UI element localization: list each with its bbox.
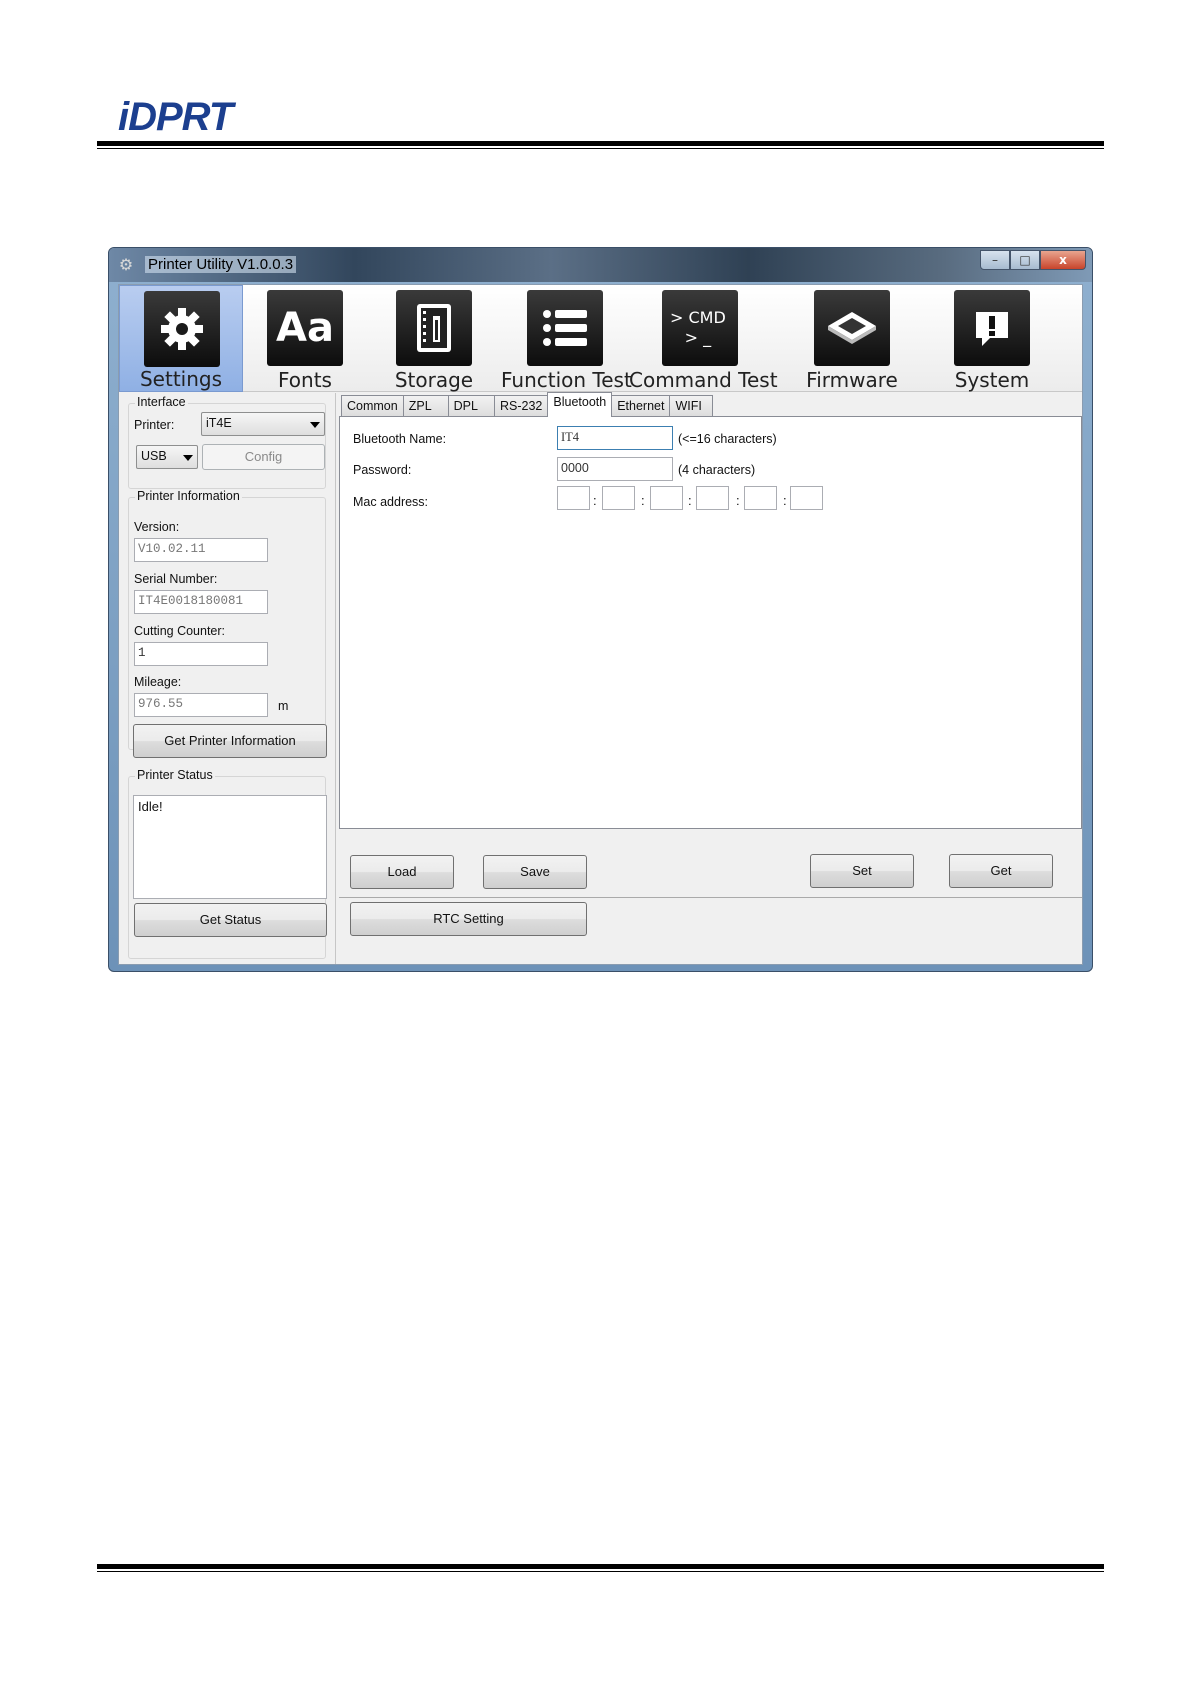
main-toolbar: Settings Aa Fonts Storage Function Test …	[119, 285, 1082, 392]
version-field[interactable]: V10.02.11	[134, 538, 268, 562]
mileage-label: Mileage:	[134, 675, 182, 689]
gear-icon	[144, 291, 220, 367]
port-select-value: USB	[141, 449, 167, 463]
bluetooth-tab-page: Bluetooth Name: IT4 (<=16 characters) Pa…	[339, 416, 1082, 829]
printer-utility-window: ⚙ Printer Utility V1.0.0.3 – □ x Setting…	[108, 247, 1093, 972]
bluetooth-name-label: Bluetooth Name:	[353, 432, 447, 446]
tab-dpl[interactable]: DPL	[447, 395, 495, 417]
printer-select-value: iT4E	[206, 416, 232, 430]
footer-rule-thin	[97, 1571, 1104, 1572]
toolbar-label: Firmware	[806, 368, 898, 392]
toolbar-system[interactable]: System	[933, 285, 1051, 392]
printer-status-group-label: Printer Status	[135, 768, 215, 782]
toolbar-label: Command Test	[629, 368, 778, 392]
set-button[interactable]: Set	[810, 854, 914, 888]
maximize-button[interactable]: □	[1010, 250, 1040, 270]
toolbar-label: Storage	[394, 368, 474, 392]
toolbar-label: Function Test	[501, 368, 632, 392]
divider	[339, 897, 1082, 898]
status-text-area[interactable]: Idle!	[133, 795, 327, 899]
chevron-down-icon	[310, 422, 320, 428]
password-hint: (4 characters)	[678, 463, 756, 477]
tab-bluetooth[interactable]: Bluetooth	[547, 392, 613, 417]
mac-separator: :	[641, 493, 645, 508]
config-button[interactable]: Config	[202, 444, 325, 470]
port-select[interactable]: USB	[136, 445, 198, 469]
toolbar-firmware[interactable]: Firmware	[771, 285, 933, 392]
toolbar-fonts[interactable]: Aa Fonts	[243, 285, 367, 392]
mac-separator: :	[593, 493, 597, 508]
mac-octet-1[interactable]	[557, 486, 590, 510]
toolbar-label: Fonts	[278, 368, 332, 392]
save-button[interactable]: Save	[483, 855, 587, 889]
mac-octet-5[interactable]	[744, 486, 777, 510]
toolbar-function-test[interactable]: Function Test	[501, 285, 632, 392]
footer-rule	[97, 1564, 1104, 1569]
printer-info-group-label: Printer Information	[135, 489, 242, 503]
window-controls: – □ x	[980, 250, 1086, 270]
mac-octet-4[interactable]	[696, 486, 729, 510]
tab-wifi[interactable]: WIFI	[669, 395, 713, 417]
rtc-setting-button[interactable]: RTC Setting	[350, 902, 587, 936]
serial-label: Serial Number:	[134, 572, 218, 586]
bluetooth-name-hint: (<=16 characters)	[678, 432, 777, 446]
settings-tabs: Common ZPL DPL RS-232 Bluetooth Ethernet…	[341, 392, 713, 417]
header-rule	[97, 141, 1104, 146]
toolbar-command-test[interactable]: > CMD > _ Command Test	[629, 285, 778, 392]
left-panel: Interface Printer: iT4E USB Config Print…	[119, 393, 336, 964]
password-label: Password:	[353, 463, 412, 477]
tab-zpl[interactable]: ZPL	[402, 395, 449, 417]
mac-separator: :	[736, 493, 740, 508]
minimize-button[interactable]: –	[980, 250, 1010, 270]
tab-ethernet[interactable]: Ethernet	[611, 395, 671, 417]
toolbar-label: Settings	[139, 367, 223, 391]
bluetooth-name-input[interactable]: IT4	[557, 426, 673, 450]
cmd-icon: > CMD > _	[662, 290, 738, 366]
get-printer-info-button[interactable]: Get Printer Information	[133, 724, 327, 758]
storage-icon	[396, 290, 472, 366]
mac-separator: :	[783, 493, 787, 508]
tab-rs232[interactable]: RS-232	[493, 395, 549, 417]
printer-select[interactable]: iT4E	[201, 412, 325, 436]
window-title: Printer Utility V1.0.0.3	[145, 256, 297, 273]
chip-icon	[814, 290, 890, 366]
list-icon	[527, 290, 603, 366]
serial-field[interactable]: IT4E0018180081	[134, 590, 268, 614]
mac-octet-6[interactable]	[790, 486, 823, 510]
mac-separator: :	[688, 493, 692, 508]
version-label: Version:	[134, 520, 180, 534]
toolbar-storage[interactable]: Storage	[367, 285, 501, 392]
cutting-counter-label: Cutting Counter:	[134, 624, 226, 638]
mac-octet-3[interactable]	[650, 486, 683, 510]
cutting-counter-field[interactable]: 1	[134, 642, 268, 666]
mileage-field[interactable]: 976.55	[134, 693, 268, 717]
alert-icon	[954, 290, 1030, 366]
chevron-down-icon	[183, 455, 193, 461]
load-button[interactable]: Load	[350, 855, 454, 889]
password-input[interactable]: 0000	[557, 457, 673, 481]
close-button[interactable]: x	[1040, 250, 1086, 270]
get-status-button[interactable]: Get Status	[134, 903, 327, 937]
title-bar[interactable]: ⚙ Printer Utility V1.0.0.3 – □ x	[109, 248, 1092, 282]
toolbar-label: System	[954, 368, 1030, 392]
idprt-logo: iDPRT	[118, 95, 233, 139]
get-button[interactable]: Get	[949, 854, 1053, 888]
fonts-icon: Aa	[267, 290, 343, 366]
app-gear-icon: ⚙	[118, 255, 134, 274]
mac-octet-2[interactable]	[602, 486, 635, 510]
interface-group-label: Interface	[135, 395, 188, 409]
mileage-unit: m	[278, 699, 289, 713]
header-rule-thin	[97, 148, 1104, 149]
mac-address-label: Mac address:	[353, 495, 429, 509]
client-area: Settings Aa Fonts Storage Function Test …	[118, 284, 1083, 965]
toolbar-settings[interactable]: Settings	[119, 285, 243, 392]
printer-label: Printer:	[134, 418, 175, 432]
tab-common[interactable]: Common	[341, 395, 404, 417]
